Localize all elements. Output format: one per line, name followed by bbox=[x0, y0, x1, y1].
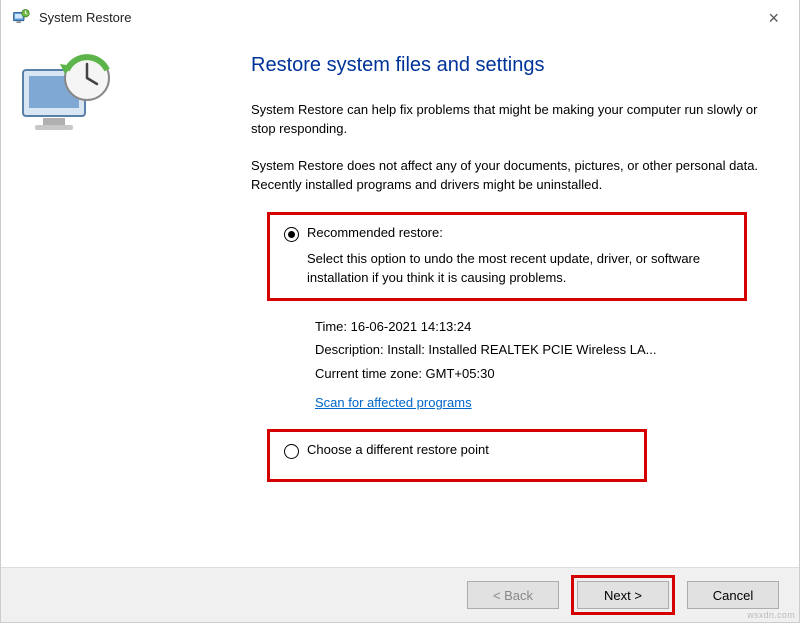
recommended-restore-option[interactable]: Recommended restore: bbox=[284, 225, 730, 242]
titlebar: System Restore × bbox=[1, 0, 799, 34]
watermark: wsxdn.com bbox=[747, 610, 795, 620]
detail-description: Description: Install: Installed REALTEK … bbox=[315, 338, 759, 361]
detail-time: Time: 16-06-2021 14:13:24 bbox=[315, 315, 759, 338]
app-icon bbox=[11, 7, 31, 27]
tz-label: Current time zone: bbox=[315, 366, 426, 381]
recommended-description: Select this option to undo the most rece… bbox=[307, 250, 730, 288]
desc-value: Install: Installed REALTEK PCIE Wireless… bbox=[387, 342, 656, 357]
dialog-body: Restore system files and settings System… bbox=[1, 34, 799, 562]
content-area: Restore system files and settings System… bbox=[201, 34, 799, 562]
back-button: < Back bbox=[467, 581, 559, 609]
radio-different[interactable] bbox=[284, 444, 299, 459]
different-label: Choose a different restore point bbox=[307, 442, 489, 457]
restore-options: Recommended restore: Select this option … bbox=[267, 212, 759, 481]
scan-affected-link[interactable]: Scan for affected programs bbox=[315, 395, 472, 410]
sidebar bbox=[1, 34, 201, 562]
intro-text-2: System Restore does not affect any of yo… bbox=[251, 157, 759, 195]
detail-timezone: Current time zone: GMT+05:30 bbox=[315, 362, 759, 385]
close-button[interactable]: × bbox=[760, 6, 787, 31]
footer-buttons: < Back Next > Cancel bbox=[1, 567, 799, 622]
different-option-highlight: Choose a different restore point bbox=[267, 429, 647, 482]
cancel-button[interactable]: Cancel bbox=[687, 581, 779, 609]
recommended-label: Recommended restore: bbox=[307, 225, 443, 240]
restore-point-details: Time: 16-06-2021 14:13:24 Description: I… bbox=[315, 315, 759, 415]
different-restore-option[interactable]: Choose a different restore point bbox=[284, 442, 630, 459]
desc-label: Description: bbox=[315, 342, 387, 357]
intro-text-1: System Restore can help fix problems tha… bbox=[251, 101, 759, 139]
time-label: Time: bbox=[315, 319, 351, 334]
next-button-highlight: Next > bbox=[571, 575, 675, 615]
time-value: 16-06-2021 14:13:24 bbox=[351, 319, 472, 334]
window-title: System Restore bbox=[39, 10, 131, 25]
tz-value: GMT+05:30 bbox=[426, 366, 495, 381]
page-heading: Restore system files and settings bbox=[251, 54, 759, 77]
restore-icon bbox=[15, 52, 125, 137]
recommended-option-highlight: Recommended restore: Select this option … bbox=[267, 212, 747, 301]
system-restore-window: System Restore × Restore system files an… bbox=[0, 0, 800, 623]
next-button[interactable]: Next > bbox=[577, 581, 669, 609]
radio-recommended[interactable] bbox=[284, 227, 299, 242]
